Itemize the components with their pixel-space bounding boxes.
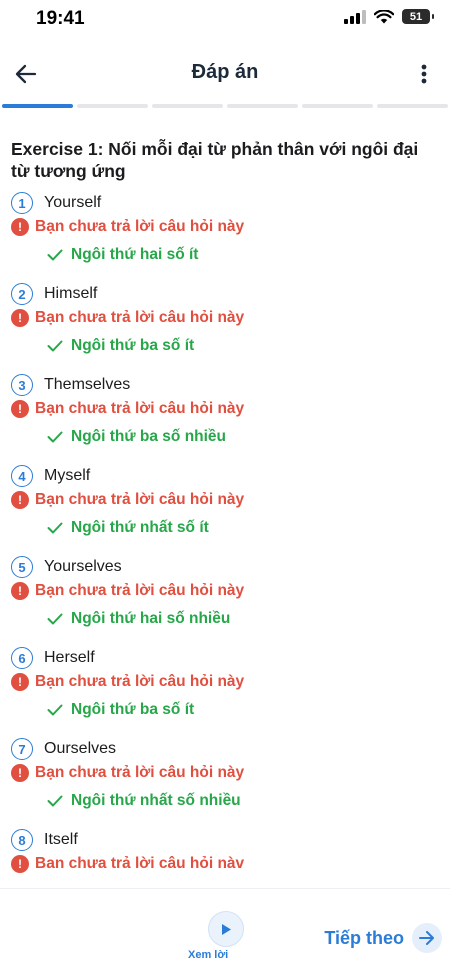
error-icon: !: [11, 309, 29, 327]
correct-answer: Ngôi thứ ba số nhiều: [71, 428, 227, 445]
wifi-icon: [374, 9, 394, 23]
unanswered-message: Bạn chưa trả lời câu hỏi này: [35, 309, 245, 326]
correct-answer: Ngôi thứ nhất số nhiều: [71, 792, 241, 809]
checkmark-icon: [47, 613, 63, 625]
unanswered-message: Bạn chưa trả lời câu hỏi này: [35, 582, 245, 599]
checkmark-icon: [47, 431, 63, 443]
status-bar: 19:41 51: [0, 0, 450, 40]
progress-segment: [227, 104, 298, 108]
question-number: 3: [11, 374, 33, 396]
question-word: Itself: [44, 831, 78, 848]
question-item: 4 Myself ! Bạn chưa trả lời câu hỏi này Ng…: [11, 463, 441, 554]
question-word: Herself: [44, 649, 95, 666]
unanswered-message: Bạn chưa trả lời câu hỏi này: [35, 491, 245, 508]
next-button[interactable]: Tiếp theo: [324, 923, 442, 953]
next-arrow-circle: [412, 923, 442, 953]
more-options-button[interactable]: [408, 58, 440, 90]
question-word: Himself: [44, 285, 98, 302]
cellular-signal-icon: [344, 9, 366, 24]
question-number: 2: [11, 283, 33, 305]
page-title: Đáp án: [191, 61, 259, 83]
question-word: Yourselves: [44, 558, 122, 575]
correct-answer: Ngôi thứ hai số ít: [71, 246, 199, 263]
error-icon: !: [11, 855, 29, 873]
question-number: 1: [11, 192, 33, 214]
correct-answer: Ngôi thứ ba số ít: [71, 337, 195, 354]
answer-content: Exercise 1: Nối mỗi đại từ phản thân với…: [11, 138, 441, 918]
error-icon: !: [11, 400, 29, 418]
progress-segment: [152, 104, 223, 108]
question-item: 7 Ourselves ! Bạn chưa trả lời câu hỏi này…: [11, 736, 441, 827]
battery-icon: 51: [402, 9, 434, 24]
more-vertical-icon: [421, 64, 427, 84]
arrow-right-icon: [419, 931, 434, 945]
checkmark-icon: [47, 249, 63, 261]
progress-segment: [377, 104, 448, 108]
question-number: 8: [11, 829, 33, 851]
progress-segment: [77, 104, 148, 108]
exercise-title: Exercise 1: Nối mỗi đại từ phản thân với…: [11, 139, 419, 181]
error-icon: !: [11, 582, 29, 600]
question-word: Ourselves: [44, 740, 117, 757]
question-word: Themselves: [44, 376, 131, 393]
exercise-progress: [0, 104, 450, 108]
checkmark-icon: [47, 795, 63, 807]
error-icon: !: [11, 218, 29, 236]
question-item: 1 Yourself ! Bạn chưa trả lời câu hỏi này …: [11, 190, 441, 281]
play-label: Xem lời: [188, 949, 229, 961]
error-icon: !: [11, 764, 29, 782]
correct-answer: Ngôi thứ ba số ít: [71, 701, 195, 718]
error-icon: !: [11, 491, 29, 509]
question-item: 6 Herself ! Bạn chưa trả lời câu hỏi này N…: [11, 645, 441, 736]
progress-segment: [2, 104, 73, 108]
unanswered-message: Bạn chưa trả lời câu hỏi này: [35, 764, 245, 781]
question-number: 6: [11, 647, 33, 669]
play-audio-button[interactable]: [208, 911, 244, 947]
play-icon: [222, 923, 231, 935]
question-item: 3 Themselves ! Bạn chưa trả lời câu hỏi nà…: [11, 372, 441, 463]
unanswered-message: Bạn chưa trả lời câu hỏi này: [35, 218, 245, 235]
question-number: 4: [11, 465, 33, 487]
progress-segment: [302, 104, 373, 108]
unanswered-message: Bạn chưa trả lời câu hỏi này: [35, 400, 245, 417]
next-label: Tiếp theo: [324, 927, 404, 948]
question-item: 5 Yourselves ! Bạn chưa trả lời câu hỏi nà…: [11, 554, 441, 645]
app-header: Đáp án: [0, 48, 450, 100]
status-icons: 51: [344, 9, 434, 24]
battery-level: 51: [409, 10, 423, 23]
question-number: 5: [11, 556, 33, 578]
checkmark-icon: [47, 340, 63, 352]
correct-answer: Ngôi thứ hai số nhiều: [71, 610, 231, 627]
question-word: Myself: [44, 467, 91, 484]
question-number: 7: [11, 738, 33, 760]
unanswered-message: Ban chưa trả lời câu hỏi nàv: [35, 855, 245, 872]
error-icon: !: [11, 673, 29, 691]
status-time: 19:41: [36, 8, 85, 29]
checkmark-icon: [47, 522, 63, 534]
correct-answer: Ngôi thứ nhất số ít: [71, 519, 209, 536]
checkmark-icon: [47, 704, 63, 716]
unanswered-message: Bạn chưa trả lời câu hỏi này: [35, 673, 245, 690]
question-item: 2 Himself ! Bạn chưa trả lời câu hỏi này N…: [11, 281, 441, 372]
bottom-bar: Xem lời Tiếp theo: [0, 888, 450, 961]
question-word: Yourself: [44, 194, 102, 211]
